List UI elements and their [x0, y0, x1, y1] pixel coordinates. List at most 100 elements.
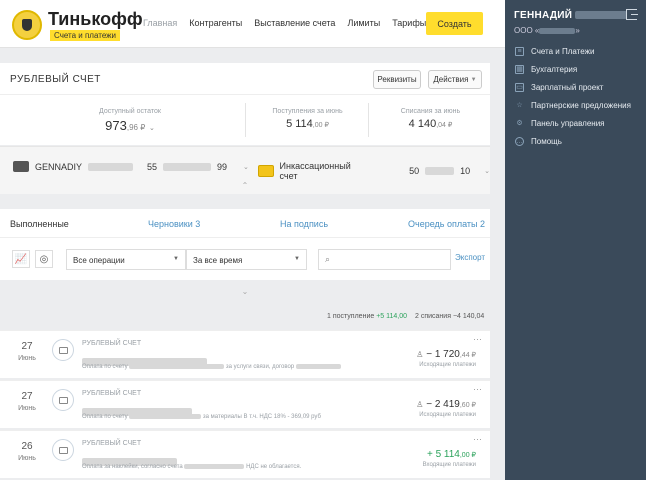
- tab-payment-queue[interactable]: Очередь оплаты 2: [408, 219, 485, 229]
- collection-start: 50: [409, 166, 420, 176]
- tab-drafts[interactable]: Черновики 3: [148, 219, 200, 229]
- logo-icon[interactable]: [12, 10, 42, 40]
- sidebar-item-accounts[interactable]: ≡ Счета и Платежи: [505, 42, 646, 60]
- star-icon: ☆: [516, 102, 523, 109]
- chevron-down-icon[interactable]: ⌄: [484, 167, 490, 175]
- redacted: [425, 167, 455, 175]
- redacted: [88, 162, 134, 171]
- account-header: РУБЛЕВЫЙ СЧЕТ Реквизиты Действия ▼: [0, 63, 490, 95]
- txn-account: РУБЛЕВЫЙ СЧЕТ: [82, 440, 142, 447]
- redacted: [163, 162, 212, 171]
- filters-bar: 📈 ◎ Все операции ▼ За все время ▼ ⌕ Экспор…: [0, 238, 490, 280]
- briefcase-icon: [52, 339, 74, 361]
- requisites-button[interactable]: Реквизиты: [373, 70, 421, 89]
- main-nav: Главная Контрагенты Выставление счета Ли…: [143, 18, 426, 28]
- sidebar-item-control-panel[interactable]: ⚙ Панель управления: [505, 114, 646, 132]
- outcome-label: Списания за июнь: [400, 108, 461, 115]
- txn-amount: + 5 114,00 ₽: [426, 449, 476, 460]
- balances-panel: Доступный остаток 973,96 ₽ ⌄ Поступления…: [0, 95, 490, 145]
- chevron-down-icon: ▼: [470, 76, 477, 83]
- chevron-down-icon[interactable]: ⌄: [149, 125, 155, 132]
- txn-description: Оплата за наклейки, согласно счета НДС н…: [82, 464, 302, 471]
- nav-tariffs[interactable]: Тарифы: [392, 18, 426, 28]
- txn-date: 26 Июнь: [18, 441, 36, 462]
- export-link[interactable]: Экспорт: [455, 253, 485, 262]
- txn-amount: ♙ − 2 419,60 ₽: [416, 399, 476, 410]
- person-icon: ♙: [416, 400, 424, 409]
- txn-date: 27 Июнь: [18, 341, 36, 362]
- card-account[interactable]: GENNADIY 55 99 ⌄: [13, 161, 249, 172]
- search-input[interactable]: ⌕: [318, 249, 451, 270]
- brand-subtitle: Счета и платежи: [50, 30, 121, 41]
- create-button[interactable]: Создать: [426, 12, 483, 35]
- available-balance: Доступный остаток 973,96 ₽ ⌄: [80, 108, 180, 133]
- shield-icon: [22, 19, 32, 31]
- top-bar: Тинькофф Счета и платежи Главная Контраг…: [0, 0, 505, 48]
- outcome-value: 4 140,04 ₽: [408, 118, 453, 130]
- table-row[interactable]: ··· 27 Июнь РУБЛЕВЫЙ СЧЕТ Оплата по счету…: [0, 380, 490, 428]
- chevron-up-icon[interactable]: ⌃: [0, 181, 490, 190]
- chevron-down-icon[interactable]: ⌄: [243, 163, 249, 171]
- calendar-icon: ▦: [515, 64, 524, 74]
- txn-description: Оплата по счету за материалы В т.ч. НДС …: [82, 414, 321, 421]
- income-summary: Поступления за июнь 5 114,00 ₽: [255, 108, 360, 130]
- txn-date: 27 Июнь: [18, 391, 36, 412]
- nav-counterparties[interactable]: Контрагенты: [189, 18, 242, 28]
- collection-label: Инкассационный счет: [279, 161, 351, 181]
- briefcase-icon: [52, 389, 74, 411]
- actions-label: Действия: [433, 75, 469, 84]
- person-icon: ♙: [416, 350, 424, 359]
- coin-icon: [258, 165, 274, 177]
- scrollbar-track[interactable]: [493, 48, 505, 480]
- more-icon[interactable]: ···: [473, 434, 482, 444]
- more-icon[interactable]: ···: [473, 334, 482, 344]
- user-org[interactable]: ООО «»: [514, 26, 580, 35]
- actions-button[interactable]: Действия ▼: [428, 70, 482, 89]
- sidebar-item-partners[interactable]: ☆ Партнерские предложения: [505, 96, 646, 114]
- txn-kind: Исходящие платежи: [419, 412, 476, 418]
- sidebar-item-help[interactable]: … Помощь: [505, 132, 646, 150]
- sidebar-item-accounting[interactable]: ▦ Бухгалтерия: [505, 60, 646, 78]
- collection-account[interactable]: Инкассационный счет 50 10 ⌄: [258, 161, 490, 181]
- clock-icon[interactable]: ◎: [35, 250, 53, 268]
- card-name: GENNADIY: [35, 161, 83, 172]
- chat-icon: …: [515, 136, 524, 146]
- txn-account: РУБЛЕВЫЙ СЧЕТ: [82, 390, 142, 397]
- nav-home[interactable]: Главная: [143, 18, 177, 28]
- txn-account: РУБЛЕВЫЙ СЧЕТ: [82, 340, 142, 347]
- chevron-down-icon[interactable]: ⌄: [0, 287, 490, 296]
- document-icon: ≡: [515, 46, 524, 56]
- card-number-start: 55: [147, 161, 158, 172]
- sidebar-item-payroll[interactable]: ▭ Зарплатный проект: [505, 78, 646, 96]
- briefcase-icon: [52, 439, 74, 461]
- user-name[interactable]: ГЕННАДИЙ: [514, 10, 628, 21]
- table-row[interactable]: ··· 27 Июнь РУБЛЕВЫЙ СЧЕТ Оплата по счету…: [0, 330, 490, 378]
- operations-select[interactable]: Все операции ▼: [66, 249, 186, 270]
- divider: [368, 103, 369, 137]
- more-icon[interactable]: ···: [473, 384, 482, 394]
- income-label: Поступления за июнь: [272, 108, 343, 115]
- available-label: Доступный остаток: [99, 108, 161, 115]
- table-row[interactable]: ··· 26 Июнь РУБЛЕВЫЙ СЧЕТ Оплата за накле…: [0, 430, 490, 478]
- nav-limits[interactable]: Лимиты: [347, 18, 380, 28]
- logout-icon[interactable]: [626, 9, 638, 20]
- txn-kind: Входящие платежи: [422, 462, 476, 468]
- chevron-down-icon: ▼: [173, 256, 179, 262]
- outcome-summary: Списания за июнь 4 140,04 ₽: [378, 108, 483, 130]
- operations-tabs: Выполненные Черновики 3 На подпись Очере…: [0, 209, 490, 238]
- account-title: РУБЛЕВЫЙ СЧЕТ: [10, 74, 101, 85]
- tab-to-sign[interactable]: На подпись: [280, 219, 328, 229]
- nav-invoicing[interactable]: Выставление счета: [254, 18, 335, 28]
- txn-amount: ♙ − 1 720,44 ₽: [416, 349, 476, 360]
- brand-name[interactable]: Тинькофф: [48, 9, 143, 30]
- chart-icon[interactable]: 📈: [12, 250, 30, 268]
- txn-description: Оплата по счету за услуги связи, договор: [82, 364, 341, 370]
- tab-completed[interactable]: Выполненные: [10, 219, 69, 229]
- sidebar-menu: ≡ Счета и Платежи ▦ Бухгалтерия ▭ Зарплатны…: [505, 42, 646, 150]
- period-select[interactable]: За все время ▼: [186, 249, 307, 270]
- search-icon: ⌕: [325, 254, 331, 264]
- main-area: Тинькофф Счета и платежи Главная Контраг…: [0, 0, 505, 480]
- chevron-down-icon: ▼: [294, 256, 300, 262]
- card-icon: [13, 161, 29, 172]
- income-count: 1 поступление +5 114,00: [327, 313, 408, 320]
